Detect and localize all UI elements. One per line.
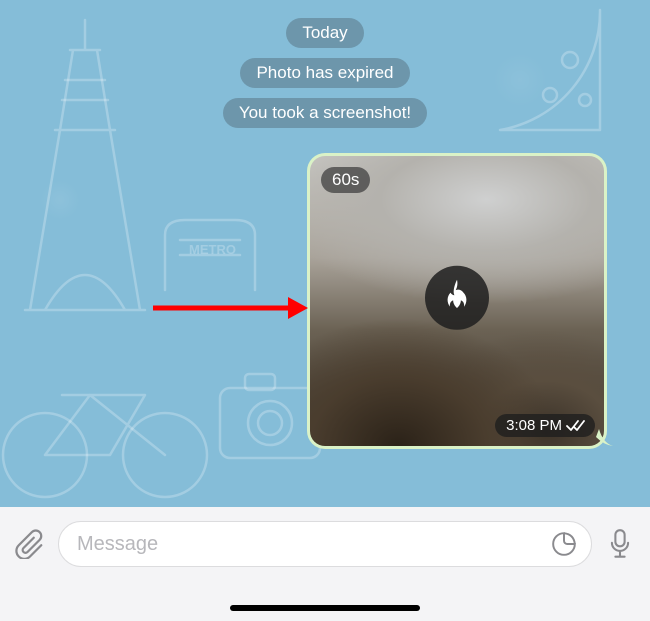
message-input[interactable] [77,533,549,556]
message-input-container[interactable] [58,521,592,567]
self-destruct-timer-badge: 60s [321,167,370,193]
home-indicator [230,605,420,611]
attach-button[interactable] [12,526,48,562]
system-message-expired: Photo has expired [240,58,409,88]
paperclip-icon [15,529,45,559]
outgoing-photo-message[interactable]: 60s 3:08 PM [307,153,607,449]
chat-content: Today Photo has expired You took a scree… [0,0,650,507]
sticker-icon [551,531,577,557]
message-timestamp: 3:08 PM [495,414,595,437]
double-check-icon [566,419,586,432]
annotation-arrow [150,293,310,323]
timestamp-text: 3:08 PM [506,417,562,434]
expired-photo-blur: 60s 3:08 PM [310,156,604,446]
fire-icon [425,266,489,330]
bubble-tail [596,429,614,447]
date-separator: Today [286,18,363,48]
bottom-safe-area [0,581,650,621]
microphone-icon [607,529,633,559]
message-input-bar [0,507,650,581]
sticker-button[interactable] [549,529,579,559]
microphone-button[interactable] [602,526,638,562]
system-message-screenshot: You took a screenshot! [223,98,427,128]
